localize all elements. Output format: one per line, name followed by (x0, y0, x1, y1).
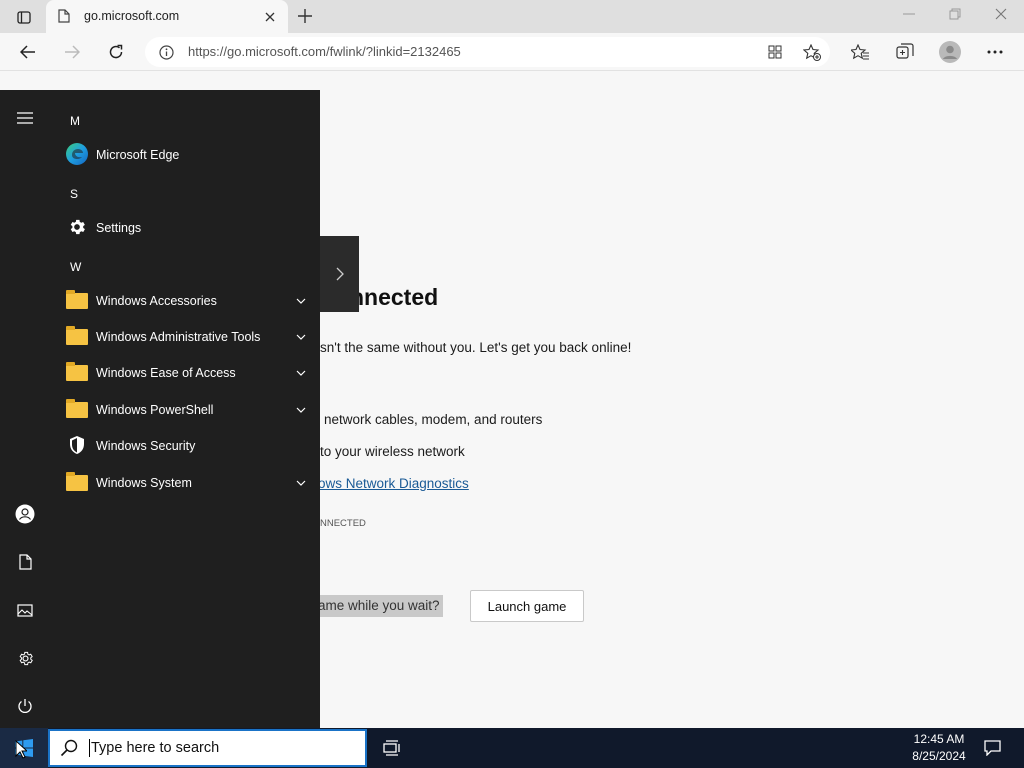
folder-icon (66, 290, 88, 309)
search-placeholder: Type here to search (91, 740, 220, 756)
taskbar: Type here to search 12:45 AM 8/25/2024 (0, 728, 1024, 768)
tiles-expand-button[interactable] (320, 236, 359, 312)
back-icon[interactable] (16, 40, 40, 64)
tab-actions-icon[interactable] (12, 6, 36, 28)
edge-icon (65, 142, 89, 169)
folder-windows-powershell[interactable]: Windows PowerShell (58, 394, 312, 426)
folder-windows-administrative-tools[interactable]: Windows Administrative Tools (58, 321, 312, 353)
apps-icon[interactable] (765, 42, 785, 62)
chevron-down-icon[interactable] (290, 394, 312, 426)
tab-title: go.microsoft.com (84, 9, 180, 23)
search-icon (60, 739, 78, 757)
diagnostics-link[interactable]: ows Network Diagnostics (318, 476, 469, 491)
group-letter-m[interactable]: M (70, 114, 80, 128)
app-microsoft-edge[interactable]: Microsoft Edge (58, 139, 312, 171)
group-letter-s[interactable]: S (70, 187, 78, 201)
tip-cables: network cables, modem, and routers (324, 412, 543, 427)
app-label: Windows Security (96, 439, 196, 453)
url-text: https://go.microsoft.com/fwlink/?linkid=… (188, 44, 461, 59)
error-code: NNECTED (320, 518, 366, 529)
address-bar[interactable]: https://go.microsoft.com/fwlink/?linkid=… (145, 37, 830, 67)
forward-icon[interactable] (60, 40, 84, 64)
browser-tab[interactable]: go.microsoft.com (46, 0, 288, 33)
chevron-down-icon[interactable] (290, 285, 312, 317)
app-windows-security[interactable]: Windows Security (58, 430, 312, 462)
game-prompt: ame while you wait? (318, 595, 443, 617)
start-left-rail (0, 90, 50, 728)
task-view-icon[interactable] (376, 728, 408, 768)
folder-label: Windows PowerShell (96, 403, 214, 417)
shield-icon (68, 435, 86, 458)
more-menu-icon[interactable] (983, 40, 1007, 64)
folder-icon (66, 362, 88, 381)
folder-label: Windows Accessories (96, 294, 217, 308)
page-icon (56, 8, 72, 24)
app-label: Microsoft Edge (96, 148, 180, 162)
mouse-cursor-icon (15, 739, 29, 764)
folder-icon (66, 472, 88, 491)
folder-label: Windows System (96, 476, 192, 490)
app-label: Settings (96, 221, 142, 235)
restore-icon[interactable] (943, 4, 967, 24)
documents-icon[interactable] (0, 542, 50, 582)
minimize-icon[interactable] (897, 4, 921, 24)
folder-windows-system[interactable]: Windows System (58, 467, 312, 499)
launch-game-label: Launch game (487, 598, 567, 614)
folder-icon (66, 399, 88, 418)
favorites-icon[interactable] (848, 40, 872, 64)
user-account-icon[interactable] (0, 494, 50, 534)
folder-label: Windows Administrative Tools (96, 330, 261, 344)
chevron-down-icon[interactable] (290, 467, 312, 499)
add-favorite-icon[interactable] (801, 42, 823, 62)
pictures-icon[interactable] (0, 590, 50, 630)
app-settings[interactable]: Settings (58, 212, 312, 244)
collections-icon[interactable] (893, 40, 917, 64)
group-letter-w[interactable]: W (70, 260, 81, 274)
system-clock[interactable]: 12:45 AM 8/25/2024 (896, 731, 982, 765)
refresh-icon[interactable] (104, 40, 128, 64)
taskbar-search-box[interactable]: Type here to search (48, 729, 367, 767)
chevron-down-icon[interactable] (290, 357, 312, 389)
launch-game-button[interactable]: Launch game (470, 590, 584, 622)
text-caret (89, 739, 90, 757)
page-heading: nnected (350, 284, 439, 310)
folder-icon (66, 326, 88, 345)
info-icon[interactable] (157, 43, 175, 61)
settings-icon[interactable] (0, 638, 50, 678)
clock-date: 8/25/2024 (912, 749, 966, 763)
new-tab-icon[interactable] (294, 5, 316, 27)
folder-label: Windows Ease of Access (96, 366, 236, 380)
folder-windows-accessories[interactable]: Windows Accessories (58, 285, 312, 317)
gear-icon (67, 217, 87, 240)
tip-wireless: to your wireless network (320, 444, 465, 459)
profile-avatar-icon[interactable] (937, 39, 963, 65)
close-window-icon[interactable] (989, 4, 1013, 24)
hamburger-icon[interactable] (0, 98, 50, 138)
page-subtitle: isn't the same without you. Let's get yo… (317, 340, 632, 355)
chevron-down-icon[interactable] (290, 321, 312, 353)
folder-windows-ease-of-access[interactable]: Windows Ease of Access (58, 357, 312, 389)
power-icon[interactable] (0, 686, 50, 726)
tab-bar: go.microsoft.com (0, 0, 1024, 33)
clock-time: 12:45 AM (913, 732, 965, 746)
start-menu: M Microsoft Edge S Settings W Windows Ac… (0, 90, 320, 728)
chevron-right-icon (336, 267, 344, 281)
notification-icon[interactable] (978, 728, 1006, 768)
close-tab-icon[interactable] (260, 7, 280, 27)
